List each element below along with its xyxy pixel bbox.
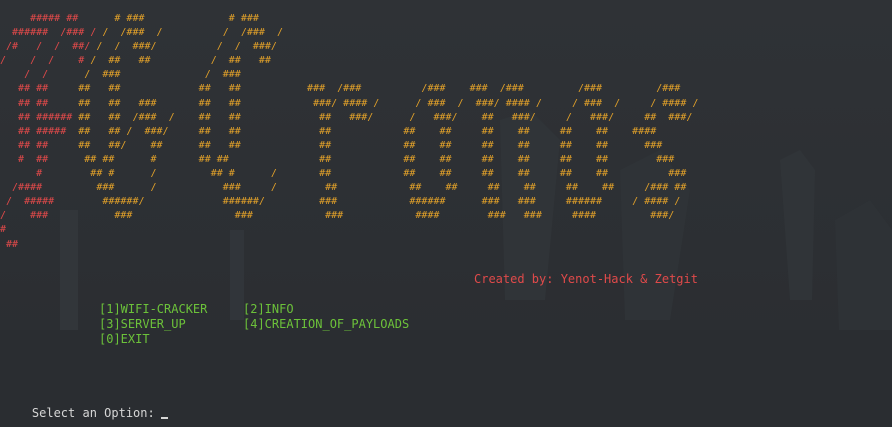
option-prompt[interactable]: Select an Option:: [3, 392, 168, 427]
menu-row: [1]WIFI-CRACKER [2]INFO: [99, 302, 409, 317]
menu-option-info[interactable]: [2]INFO: [243, 302, 294, 317]
main-menu: [1]WIFI-CRACKER [2]INFO [3]SERVER_UP [4]…: [99, 302, 409, 347]
menu-option-wifi-cracker[interactable]: [1]WIFI-CRACKER: [99, 302, 243, 317]
text-cursor: [160, 417, 168, 419]
ascii-banner-orange: # ### # ### / /### / / /### / / / ###/ /…: [78, 13, 699, 222]
menu-option-exit[interactable]: [0]EXIT: [99, 332, 243, 347]
menu-option-server-up[interactable]: [3]SERVER_UP: [99, 317, 243, 332]
credit-line: Created by: Yenot-Hack & Zetgit: [474, 272, 698, 286]
menu-row: [0]EXIT: [99, 332, 409, 347]
menu-row: [3]SERVER_UP [4]CREATION_OF_PAYLOADS: [99, 317, 409, 332]
bg-tree: [780, 150, 815, 300]
prompt-label: Select an Option:: [31, 406, 155, 420]
ascii-banner-overlay: # ### # ### / /### / / /### / / / ###/ /…: [0, 12, 698, 223]
menu-option-creation-of-payloads[interactable]: [4]CREATION_OF_PAYLOADS: [243, 317, 409, 332]
terminal-window: ##### ## ###### /### / /# / / ##/ / / / …: [0, 0, 892, 427]
